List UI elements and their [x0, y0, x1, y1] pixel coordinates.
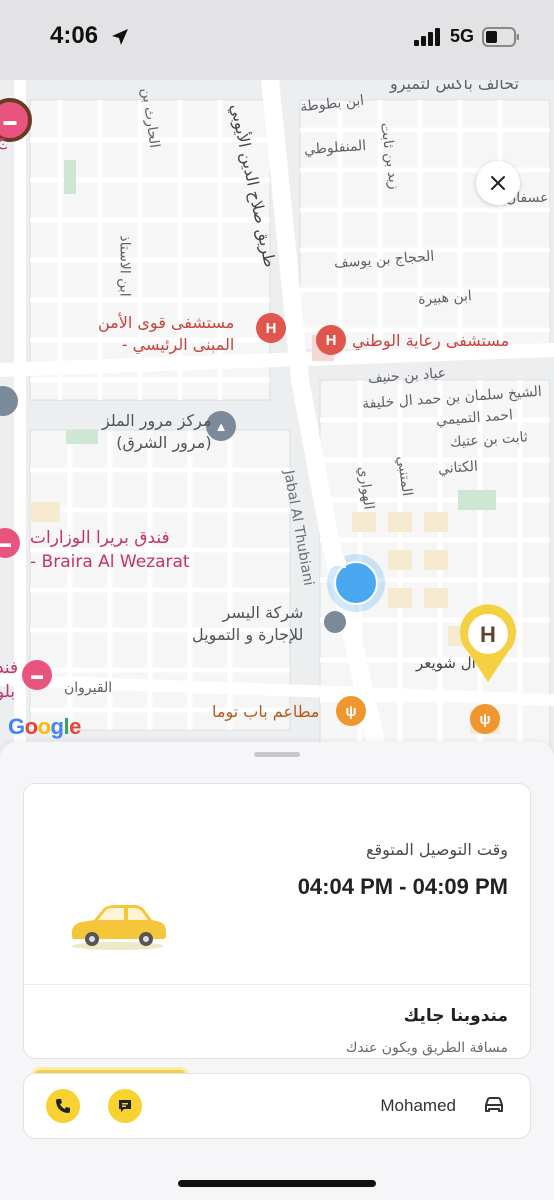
card-divider	[24, 984, 530, 985]
fork-knife-icon: ψ	[479, 710, 491, 728]
bed-icon: ▬	[0, 536, 11, 550]
sheet-handle[interactable]	[254, 752, 300, 757]
hotel-pin[interactable]: ▬	[22, 660, 52, 690]
bed-icon: ▬	[3, 112, 17, 128]
poi-label: مستشفى رعاية الوطني	[352, 331, 510, 350]
google-logo: Google	[8, 714, 81, 739]
company-pin[interactable]	[324, 611, 346, 633]
eta-time: 04:04 PM - 04:09 PM	[297, 874, 508, 899]
status-bar: 4:06 5G	[0, 0, 554, 80]
bottom-sheet[interactable]: وقت التوصيل المتوقع 04:04 PM - 04:09 PM …	[0, 742, 554, 1200]
hospital-pin[interactable]: H	[256, 313, 286, 343]
home-indicator[interactable]	[178, 1180, 376, 1187]
status-time: 4:06	[50, 22, 99, 49]
poi-label: مطاعم باب توما	[212, 702, 320, 721]
location-arrow-icon	[112, 29, 128, 45]
close-button[interactable]	[476, 161, 520, 205]
status-title: مندوبنا جايك	[403, 1006, 508, 1026]
phone-icon	[56, 1099, 70, 1113]
street-label: ابن الاستاذ	[116, 235, 133, 297]
restaurant-pin[interactable]: ψ	[470, 704, 500, 734]
status-subtitle: مسافة الطريق ويكون عندك	[345, 1040, 508, 1056]
courier-location-marker	[327, 554, 385, 612]
poi-label: شركة اليسر للإجارة و التمويل	[192, 603, 304, 644]
chat-button[interactable]	[108, 1089, 142, 1123]
status-indicators: 5G	[413, 26, 520, 47]
poi-label: فند بلو	[0, 658, 19, 702]
destination-pin[interactable]: H	[456, 604, 520, 684]
hospital-pin[interactable]: H	[316, 325, 346, 355]
poi-label: مستشفى قوى الأمن - المبنى الرئيسي	[98, 313, 235, 354]
car-icon	[485, 1097, 503, 1112]
bed-icon: ▬	[31, 668, 43, 682]
chat-icon	[119, 1100, 131, 1112]
restaurant-pin[interactable]: ψ	[336, 696, 366, 726]
street-label: القيروان	[64, 680, 113, 696]
close-icon	[491, 176, 505, 190]
delivery-status-card: وقت التوصيل المتوقع 04:04 PM - 04:09 PM …	[23, 783, 531, 1081]
poi-label: فندق بريرا الوزارات - Braira Al Wezarat	[30, 528, 190, 572]
map-view[interactable]: تحالف باكس لتميرو ابن بطوطة الحارث بن ال…	[0, 80, 554, 760]
street-label: تحالف باكس لتميرو	[390, 80, 519, 93]
driver-name: Mohamed	[380, 1096, 456, 1115]
poi-label: ج	[0, 130, 7, 150]
eta-label: وقت التوصيل المتوقع	[365, 840, 508, 859]
car-icon	[330, 557, 378, 605]
signal-icon	[413, 27, 440, 46]
network-type: 5G	[449, 26, 474, 46]
poi-label: مركز مرور الملز (مرور الشرق)	[102, 411, 212, 452]
driver-card: Mohamed	[23, 1073, 531, 1139]
car-illustration	[72, 905, 166, 950]
svg-text:H: H	[480, 622, 496, 647]
street-label: الكتاني	[437, 458, 479, 478]
fork-knife-icon: ψ	[345, 702, 357, 720]
call-button[interactable]	[46, 1089, 80, 1123]
building-icon: ▲	[214, 418, 228, 434]
battery-icon	[482, 26, 519, 47]
